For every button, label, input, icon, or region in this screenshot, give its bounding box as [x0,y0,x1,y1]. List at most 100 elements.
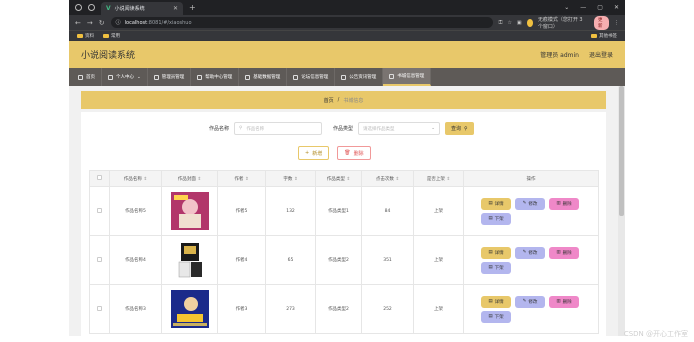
maximize-icon[interactable]: ▢ [597,4,603,11]
minimize-icon[interactable]: — [580,4,586,11]
nav-label: 书城信息管理 [397,74,425,79]
nav-item-news[interactable]: 公告资讯管理 [335,68,384,86]
breadcrumb-home[interactable]: 首页 [324,97,334,104]
user-area: 管理员 admin 退出登录 [540,50,613,59]
nav-item-admins[interactable]: 管理员管理 [148,68,192,86]
row-checkbox[interactable] [97,256,102,262]
profile-label[interactable]: 无痕模式（您打开 3 个窗口） [538,16,589,30]
remove-button[interactable]: ▥ 删除 [549,295,579,308]
remove-button[interactable]: ▥ 删除 [549,246,579,259]
tab-title: 小说阅读系统 [114,6,145,12]
sort-icon[interactable]: ⇕ [395,177,399,182]
select-all-checkbox[interactable] [97,175,102,180]
takedown-button[interactable]: ▤ 下架 [481,212,511,225]
add-button[interactable]: + 新增 [298,146,330,160]
sort-icon[interactable]: ⇕ [245,177,249,182]
nav-item-help[interactable]: 帮助中心管理 [191,68,240,86]
takedown-button[interactable]: ▤ 下架 [481,261,511,274]
sort-icon[interactable]: ⇕ [143,177,147,182]
nav-item-bookstore[interactable]: 书城信息管理 [383,68,432,86]
cell-words: 65 [265,235,316,285]
site-info-icon[interactable]: ⓘ [116,19,121,26]
name-search-input[interactable]: ⚲ 作品名称 [234,122,323,135]
profile-avatar-icon[interactable] [526,18,533,27]
browser-menu-icon[interactable] [75,4,82,11]
takedown-icon: ▤ [488,265,493,270]
home-icon [78,74,83,80]
browser-tab[interactable]: V 小说阅读系统 ✕ [101,2,183,15]
detail-button[interactable]: ▤ 详情 [481,197,511,210]
menu-icon [197,74,203,80]
key-icon[interactable]: ⚿ [499,20,503,26]
sidebar-icon[interactable]: ▣ [517,20,522,26]
edit-button[interactable]: ✎ 修改 [515,246,545,259]
edit-button[interactable]: ✎ 修改 [515,295,545,308]
bookmark-folder-1[interactable]: 常用 [103,33,120,39]
column-header: 操作 [463,170,599,187]
header-label: 作者 [234,176,244,182]
sort-icon[interactable]: ⇕ [197,177,201,182]
header-label: 作品封面 [177,176,196,182]
tab-close-icon[interactable]: ✕ [173,5,178,12]
detail-button[interactable]: ▤ 详情 [481,295,511,308]
cell-clicks: 84 [361,186,414,236]
row-checkbox[interactable] [97,207,102,213]
nav-item-basic-data[interactable]: 基础数据管理 [239,68,288,86]
reload-icon[interactable]: ↻ [99,19,105,27]
update-button[interactable]: 更新 [594,15,609,30]
query-button[interactable]: 查询 ⚲ [445,122,474,135]
folder-icon [77,34,83,38]
type-select[interactable]: 请选择作品类型 ⌄ [358,122,441,135]
folder-icon [103,34,109,38]
takedown-button[interactable]: ▤ 下架 [481,310,511,323]
document-icon: ▤ [488,299,493,304]
cell-clicks: 252 [361,284,414,334]
bookmarks-bar: 资料 常用 其他书签 [69,30,625,41]
scroll-thumb[interactable] [619,86,624,216]
url-field[interactable]: ⓘ localhost :8081/#/xiaoshuo [110,17,493,28]
nav-label: 公告资讯管理 [349,75,377,80]
new-tab-icon[interactable]: + [189,3,196,12]
plus-icon: + [305,150,310,156]
op-label: 详情 [494,299,504,305]
more-menu-icon[interactable]: ⋮ [614,20,619,26]
header-label: 是否上架 [426,176,445,182]
bookmark-folder-0[interactable]: 资料 [77,33,94,39]
back-icon[interactable]: ← [75,19,81,27]
cell-type: 作品类型2 [315,235,362,285]
column-header[interactable]: 作者 ⇕ [217,170,266,187]
column-header[interactable]: 作品名称 ⇕ [109,170,162,187]
edit-button[interactable]: ✎ 修改 [515,197,545,210]
column-header[interactable]: 字数 ⇕ [265,170,316,187]
nav-item-forum[interactable]: 论坛信息管理 [287,68,336,86]
chevron-down-icon[interactable]: ⌄ [564,4,569,11]
nav-label: 管理员管理 [161,75,185,80]
forward-icon[interactable]: → [87,19,93,27]
sort-icon[interactable]: ⇕ [294,177,298,182]
sort-icon[interactable]: ⇕ [446,177,450,182]
column-header[interactable]: 点击次数 ⇕ [361,170,414,187]
remove-button[interactable]: ▥ 删除 [549,197,579,210]
search-icon: ⚲ [464,125,468,132]
close-window-icon[interactable]: ✕ [614,4,619,11]
nav-item-profile[interactable]: 个人中心 ⌄ [102,68,148,86]
other-bookmarks[interactable]: 其他书签 [591,33,617,39]
row-checkbox[interactable] [97,305,102,311]
cell-cover [161,186,218,236]
sort-icon[interactable]: ⇕ [346,177,350,182]
column-header[interactable]: 作品封面 ⇕ [161,170,218,187]
pencil-icon: ✎ [522,201,527,206]
detail-button[interactable]: ▤ 详情 [481,246,511,259]
logout-link[interactable]: 退出登录 [589,50,613,59]
cover-image[interactable] [170,192,209,230]
tab-search-icon[interactable] [88,4,95,11]
delete-button[interactable]: 🗑 删除 [337,146,371,160]
page-scrollbar[interactable] [618,86,625,336]
nav-item-home[interactable]: 首页 [72,68,102,86]
cover-image[interactable] [170,290,209,328]
star-icon[interactable]: ☆ [507,20,511,26]
table-header-row: 作品名称 ⇕ 作品封面 ⇕ 作者 ⇕ 字数 ⇕ 作品类型 ⇕ 点击次数 ⇕ 是否… [89,170,599,187]
column-header[interactable]: 是否上架 ⇕ [413,170,464,187]
column-header[interactable]: 作品类型 ⇕ [315,170,362,187]
cover-image[interactable] [170,241,209,279]
